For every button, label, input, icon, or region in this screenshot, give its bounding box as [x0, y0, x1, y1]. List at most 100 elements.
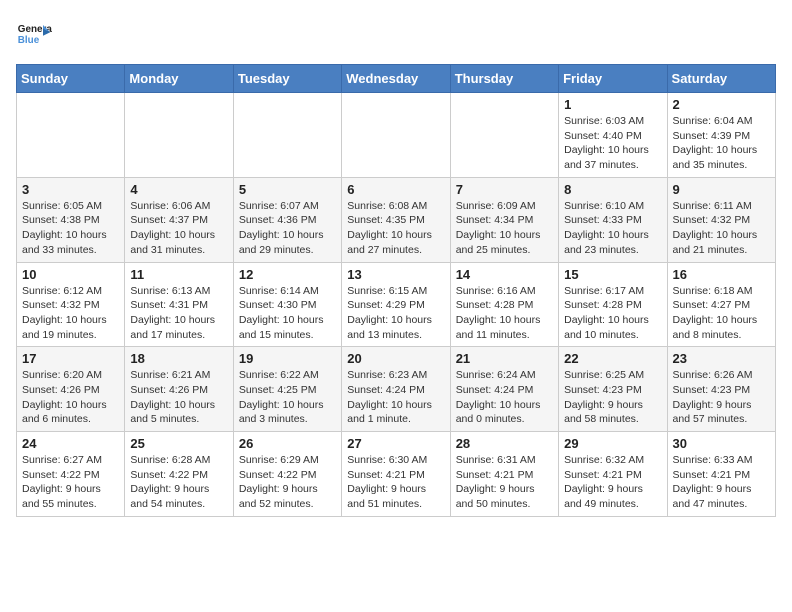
calendar-cell [450, 93, 558, 178]
calendar-cell: 21 Sunrise: 6:24 AM Sunset: 4:24 PM Dayli… [450, 347, 558, 432]
day-info: Sunrise: 6:27 AM Sunset: 4:22 PM Dayligh… [22, 453, 119, 512]
calendar-cell: 28 Sunrise: 6:31 AM Sunset: 4:21 PM Dayli… [450, 432, 558, 517]
day-number: 7 [456, 182, 553, 197]
logo-icon: General Blue [16, 16, 52, 52]
day-number: 26 [239, 436, 336, 451]
calendar-cell: 24 Sunrise: 6:27 AM Sunset: 4:22 PM Dayli… [17, 432, 125, 517]
day-number: 16 [673, 267, 770, 282]
day-info: Sunrise: 6:23 AM Sunset: 4:24 PM Dayligh… [347, 368, 444, 427]
calendar-cell: 8 Sunrise: 6:10 AM Sunset: 4:33 PM Daylig… [559, 177, 667, 262]
day-number: 11 [130, 267, 227, 282]
day-number: 22 [564, 351, 661, 366]
calendar-cell: 5 Sunrise: 6:07 AM Sunset: 4:36 PM Daylig… [233, 177, 341, 262]
day-number: 6 [347, 182, 444, 197]
calendar-cell: 27 Sunrise: 6:30 AM Sunset: 4:21 PM Dayli… [342, 432, 450, 517]
day-info: Sunrise: 6:08 AM Sunset: 4:35 PM Dayligh… [347, 199, 444, 258]
day-info: Sunrise: 6:21 AM Sunset: 4:26 PM Dayligh… [130, 368, 227, 427]
calendar-cell: 12 Sunrise: 6:14 AM Sunset: 4:30 PM Dayli… [233, 262, 341, 347]
calendar-cell: 26 Sunrise: 6:29 AM Sunset: 4:22 PM Dayli… [233, 432, 341, 517]
calendar-cell [233, 93, 341, 178]
calendar-cell: 1 Sunrise: 6:03 AM Sunset: 4:40 PM Daylig… [559, 93, 667, 178]
calendar-cell: 23 Sunrise: 6:26 AM Sunset: 4:23 PM Dayli… [667, 347, 775, 432]
day-info: Sunrise: 6:22 AM Sunset: 4:25 PM Dayligh… [239, 368, 336, 427]
day-info: Sunrise: 6:31 AM Sunset: 4:21 PM Dayligh… [456, 453, 553, 512]
day-number: 23 [673, 351, 770, 366]
day-number: 25 [130, 436, 227, 451]
weekday-header-friday: Friday [559, 65, 667, 93]
day-number: 30 [673, 436, 770, 451]
day-number: 14 [456, 267, 553, 282]
day-info: Sunrise: 6:05 AM Sunset: 4:38 PM Dayligh… [22, 199, 119, 258]
day-number: 20 [347, 351, 444, 366]
calendar-cell [17, 93, 125, 178]
day-number: 2 [673, 97, 770, 112]
day-info: Sunrise: 6:16 AM Sunset: 4:28 PM Dayligh… [456, 284, 553, 343]
day-info: Sunrise: 6:30 AM Sunset: 4:21 PM Dayligh… [347, 453, 444, 512]
day-info: Sunrise: 6:14 AM Sunset: 4:30 PM Dayligh… [239, 284, 336, 343]
calendar-cell [125, 93, 233, 178]
day-number: 29 [564, 436, 661, 451]
calendar-cell: 2 Sunrise: 6:04 AM Sunset: 4:39 PM Daylig… [667, 93, 775, 178]
day-number: 18 [130, 351, 227, 366]
calendar-cell: 9 Sunrise: 6:11 AM Sunset: 4:32 PM Daylig… [667, 177, 775, 262]
calendar-cell: 7 Sunrise: 6:09 AM Sunset: 4:34 PM Daylig… [450, 177, 558, 262]
calendar-cell: 29 Sunrise: 6:32 AM Sunset: 4:21 PM Dayli… [559, 432, 667, 517]
calendar-cell: 30 Sunrise: 6:33 AM Sunset: 4:21 PM Dayli… [667, 432, 775, 517]
day-number: 10 [22, 267, 119, 282]
calendar-cell: 18 Sunrise: 6:21 AM Sunset: 4:26 PM Dayli… [125, 347, 233, 432]
calendar-cell: 4 Sunrise: 6:06 AM Sunset: 4:37 PM Daylig… [125, 177, 233, 262]
day-info: Sunrise: 6:17 AM Sunset: 4:28 PM Dayligh… [564, 284, 661, 343]
day-info: Sunrise: 6:03 AM Sunset: 4:40 PM Dayligh… [564, 114, 661, 173]
day-info: Sunrise: 6:25 AM Sunset: 4:23 PM Dayligh… [564, 368, 661, 427]
calendar-cell: 14 Sunrise: 6:16 AM Sunset: 4:28 PM Dayli… [450, 262, 558, 347]
day-info: Sunrise: 6:29 AM Sunset: 4:22 PM Dayligh… [239, 453, 336, 512]
calendar-cell: 22 Sunrise: 6:25 AM Sunset: 4:23 PM Dayli… [559, 347, 667, 432]
day-number: 12 [239, 267, 336, 282]
calendar-cell: 10 Sunrise: 6:12 AM Sunset: 4:32 PM Dayli… [17, 262, 125, 347]
day-info: Sunrise: 6:28 AM Sunset: 4:22 PM Dayligh… [130, 453, 227, 512]
calendar-cell: 11 Sunrise: 6:13 AM Sunset: 4:31 PM Dayli… [125, 262, 233, 347]
day-number: 19 [239, 351, 336, 366]
day-info: Sunrise: 6:04 AM Sunset: 4:39 PM Dayligh… [673, 114, 770, 173]
day-number: 1 [564, 97, 661, 112]
day-number: 8 [564, 182, 661, 197]
day-number: 24 [22, 436, 119, 451]
day-info: Sunrise: 6:07 AM Sunset: 4:36 PM Dayligh… [239, 199, 336, 258]
page-header: General Blue [16, 16, 776, 52]
calendar-cell: 15 Sunrise: 6:17 AM Sunset: 4:28 PM Dayli… [559, 262, 667, 347]
day-info: Sunrise: 6:12 AM Sunset: 4:32 PM Dayligh… [22, 284, 119, 343]
calendar-cell: 16 Sunrise: 6:18 AM Sunset: 4:27 PM Dayli… [667, 262, 775, 347]
calendar-cell: 6 Sunrise: 6:08 AM Sunset: 4:35 PM Daylig… [342, 177, 450, 262]
day-number: 3 [22, 182, 119, 197]
day-info: Sunrise: 6:06 AM Sunset: 4:37 PM Dayligh… [130, 199, 227, 258]
calendar-cell: 19 Sunrise: 6:22 AM Sunset: 4:25 PM Dayli… [233, 347, 341, 432]
day-number: 17 [22, 351, 119, 366]
day-info: Sunrise: 6:09 AM Sunset: 4:34 PM Dayligh… [456, 199, 553, 258]
day-number: 21 [456, 351, 553, 366]
calendar-cell: 13Sunrise: 6:15 AM Sunset: 4:29 PM Dayli… [342, 262, 450, 347]
calendar-cell: 17Sunrise: 6:20 AM Sunset: 4:26 PM Dayli… [17, 347, 125, 432]
day-number: 5 [239, 182, 336, 197]
day-number: 9 [673, 182, 770, 197]
day-number: 15 [564, 267, 661, 282]
day-number: 4 [130, 182, 227, 197]
svg-text:Blue: Blue [18, 35, 40, 46]
calendar-cell [342, 93, 450, 178]
day-number: 27 [347, 436, 444, 451]
day-info: Sunrise: 6:13 AM Sunset: 4:31 PM Dayligh… [130, 284, 227, 343]
logo: General Blue [16, 16, 52, 52]
calendar-table: SundayMondayTuesdayWednesdayThursdayFrid… [16, 64, 776, 517]
day-info: Sunrise: 6:24 AM Sunset: 4:24 PM Dayligh… [456, 368, 553, 427]
day-info: Sunrise: 6:32 AM Sunset: 4:21 PM Dayligh… [564, 453, 661, 512]
calendar-cell: 20 Sunrise: 6:23 AM Sunset: 4:24 PM Dayli… [342, 347, 450, 432]
calendar-cell: 25 Sunrise: 6:28 AM Sunset: 4:22 PM Dayli… [125, 432, 233, 517]
day-info: Sunrise: 6:18 AM Sunset: 4:27 PM Dayligh… [673, 284, 770, 343]
day-info: Sunrise: 6:26 AM Sunset: 4:23 PM Dayligh… [673, 368, 770, 427]
day-info: Sunrise: 6:10 AM Sunset: 4:33 PM Dayligh… [564, 199, 661, 258]
calendar-cell: 3 Sunrise: 6:05 AM Sunset: 4:38 PM Daylig… [17, 177, 125, 262]
day-info: Sunrise: 6:33 AM Sunset: 4:21 PM Dayligh… [673, 453, 770, 512]
day-info: Sunrise: 6:15 AM Sunset: 4:29 PM Dayligh… [347, 284, 444, 343]
weekday-header-saturday: Saturday [667, 65, 775, 93]
day-number: 28 [456, 436, 553, 451]
day-info: Sunrise: 6:11 AM Sunset: 4:32 PM Dayligh… [673, 199, 770, 258]
